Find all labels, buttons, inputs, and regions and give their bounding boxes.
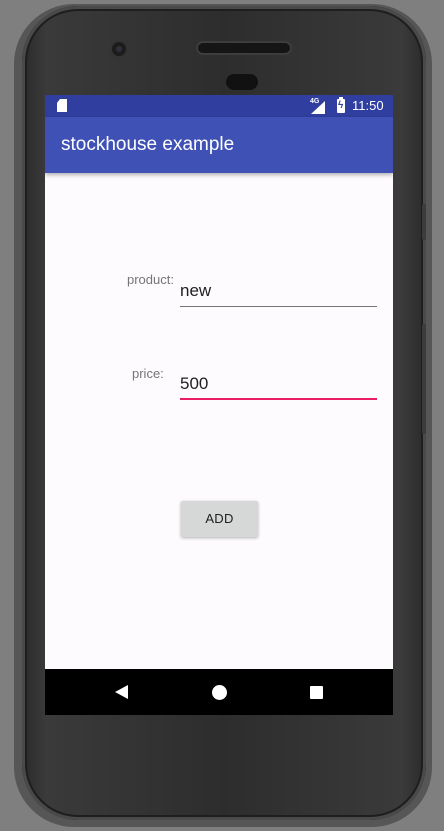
app-bar: stockhouse example xyxy=(45,117,393,173)
earpiece-speaker xyxy=(198,43,290,53)
sd-card-icon xyxy=(57,99,67,112)
battery-charging-icon: ϟ xyxy=(337,97,345,113)
network-type: 4G xyxy=(310,98,320,105)
price-input[interactable] xyxy=(180,370,377,398)
navigation-bar xyxy=(45,669,393,715)
add-button[interactable]: ADD xyxy=(181,501,258,537)
product-label: product: xyxy=(127,272,174,287)
product-input[interactable] xyxy=(180,277,377,305)
screen: 4G ϟ 11:50 stockhouse example product: p… xyxy=(45,95,393,715)
power-button xyxy=(422,204,426,240)
product-underline xyxy=(180,306,377,307)
product-field[interactable] xyxy=(180,277,377,307)
status-bar: 4G ϟ 11:50 xyxy=(45,95,393,117)
recents-icon[interactable] xyxy=(310,686,323,699)
proximity-sensor xyxy=(226,74,258,90)
back-icon[interactable] xyxy=(115,685,128,699)
volume-button xyxy=(422,324,426,434)
price-label: price: xyxy=(132,366,164,381)
price-field[interactable] xyxy=(180,370,377,400)
home-icon[interactable] xyxy=(212,685,227,700)
status-time: 11:50 xyxy=(352,98,384,113)
price-underline xyxy=(180,398,377,400)
app-title: stockhouse example xyxy=(61,134,235,155)
front-camera-icon xyxy=(112,42,126,56)
